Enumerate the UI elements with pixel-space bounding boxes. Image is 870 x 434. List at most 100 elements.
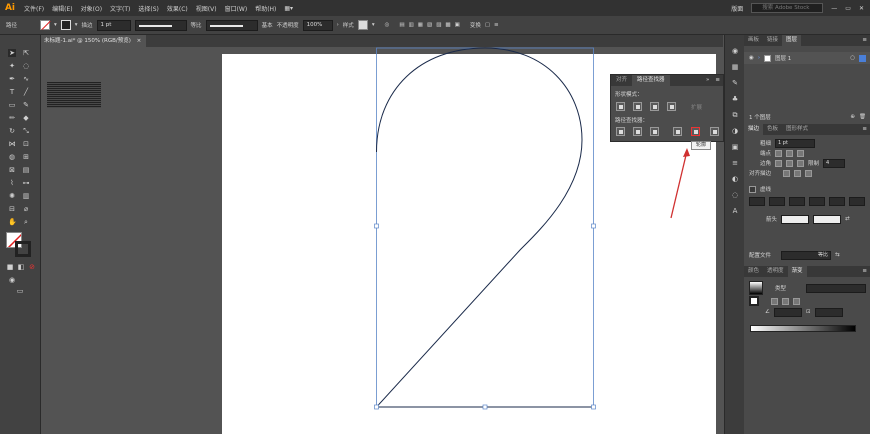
end-arrowhead-select[interactable] [813,214,841,224]
aspect-field[interactable] [814,307,843,317]
gap-field[interactable] [849,196,865,206]
limit-field[interactable]: 4 [823,158,846,168]
selection-indicator[interactable] [859,54,866,62]
dash-field[interactable] [789,196,805,206]
links-icon[interactable]: ⧉ [731,111,739,119]
gradient-thumbnail[interactable] [749,281,763,295]
bevel-join-icon[interactable] [797,159,804,167]
divide-button[interactable] [616,127,625,136]
minus-back-button[interactable] [710,127,719,136]
minus-front-button[interactable] [633,102,642,111]
gap-field[interactable] [809,196,825,206]
round-cap-icon[interactable] [786,149,793,157]
tab-pathfinder[interactable]: 路径查找器 [632,75,670,86]
opacity-label[interactable]: 不透明度 [277,21,299,29]
layer-name[interactable]: 图层 1 [775,54,791,62]
magic-wand-icon[interactable]: ✦ [8,62,16,70]
fill-swatch[interactable] [40,20,50,30]
weight-field[interactable]: 1 pt [775,138,815,148]
color-guide-icon[interactable]: ◉ [731,47,739,55]
line-tool-icon[interactable]: ╱ [22,88,30,96]
minimize-icon[interactable]: — [831,5,837,12]
expand-button[interactable]: 扩展 [691,103,702,111]
recolor-icon[interactable]: ◎ [385,22,390,28]
free-transform-icon[interactable]: ⊡ [22,140,30,148]
rectangle-tool-icon[interactable]: ▭ [8,101,16,109]
menu-view[interactable]: 视图(V) [192,4,221,13]
close-icon[interactable]: ✕ [859,5,864,12]
swap-arrowheads-icon[interactable]: ⇄ [845,216,850,222]
lasso-icon[interactable]: ◌ [22,62,30,70]
flip-profile-icon[interactable]: ⇆ [835,252,840,258]
panel-menu-icon[interactable]: ≡ [859,35,870,46]
target-icon[interactable]: ○ [850,55,855,61]
menu-object[interactable]: 对象(O) [77,4,106,13]
layer-row[interactable]: ◉ › 图层 1 ○ [744,52,870,64]
pen-tool-icon[interactable]: ✒ [8,75,16,83]
artboard-tool-icon[interactable]: ⊟ [8,205,16,213]
align-inside-stroke-icon[interactable] [794,169,801,177]
character-icon[interactable]: A [731,207,739,215]
menu-window[interactable]: 窗口(W) [221,4,252,13]
crop-button[interactable] [673,127,682,136]
align-bottom-icon[interactable]: ▩ [445,22,450,28]
symbols-icon[interactable]: ♣ [731,95,739,103]
stroke-swatch-large[interactable] [15,241,31,257]
panel-menu-icon[interactable]: ≡ [712,75,723,86]
align-to-icon[interactable]: ▣ [455,22,460,28]
drawing-mode-icon[interactable]: ◉ [8,276,16,284]
stock-search-input[interactable]: 搜索 Adobe Stock [751,3,824,13]
stroke-label[interactable]: 描边 [82,21,93,29]
outline-button[interactable] [691,127,700,136]
exclude-button[interactable] [667,102,676,111]
shape-builder-icon[interactable]: ◍ [8,153,16,161]
blend-tool-icon[interactable]: ⊶ [22,179,30,187]
stroke-panel-icon[interactable]: ≡ [731,159,739,167]
tab-align[interactable]: 对齐 [611,75,632,86]
workspace-switcher[interactable]: 版面 [731,4,743,13]
butt-cap-icon[interactable] [775,149,782,157]
angle-field[interactable] [773,307,802,317]
workspace-grid-icon[interactable]: ▦▾ [280,5,297,12]
none-color-icon[interactable]: ⊘ [28,263,36,271]
maximize-icon[interactable]: ▭ [845,5,851,12]
zoom-tool-icon[interactable]: ⌕ [22,218,30,226]
tab-transparency[interactable]: 透明度 [763,266,788,277]
delete-layer-icon[interactable]: 🗑 [859,114,866,120]
selection-tool-icon[interactable]: ➤ [8,49,16,57]
align-center-icon[interactable]: ▥ [409,22,414,28]
menu-file[interactable]: 文件(F) [20,4,48,13]
menu-edit[interactable]: 编辑(E) [48,4,76,13]
square-cap-icon[interactable] [797,149,804,157]
profile-select[interactable]: 等比 [781,250,831,260]
menu-type[interactable]: 文字(T) [106,4,134,13]
curvature-tool-icon[interactable]: ∿ [22,75,30,83]
line-pattern-graphic[interactable] [47,82,101,108]
eyedropper-icon[interactable]: ⌇ [8,179,16,187]
align-outside-stroke-icon[interactable] [805,169,812,177]
gradient-type-select[interactable] [806,283,866,293]
dropdown-arrow-icon[interactable]: ▾ [75,22,78,28]
align-top-icon[interactable]: ▧ [427,22,432,28]
opacity-field[interactable]: 100% [302,19,333,31]
tab-stroke[interactable]: 描边 [744,124,764,135]
variable-width-profile[interactable] [134,19,187,31]
tab-gradient[interactable]: 渐变 [787,266,807,277]
close-tab-icon[interactable]: × [137,38,142,44]
tab-swatches[interactable]: 色板 [763,124,782,135]
scale-tool-icon[interactable]: ⤡ [22,127,30,135]
gap-field[interactable] [769,196,785,206]
eraser-icon[interactable]: ◆ [22,114,30,122]
gradient-slider[interactable] [750,325,856,332]
expand-arrow-icon[interactable]: › [758,55,760,61]
miter-join-icon[interactable] [775,159,782,167]
menu-select[interactable]: 选择(S) [134,4,163,13]
swatches-icon[interactable]: ▦ [731,63,739,71]
gradient-panel-icon[interactable]: ◐ [731,175,739,183]
align-left-icon[interactable]: ▤ [399,22,404,28]
menu-help[interactable]: 帮助(H) [251,4,280,13]
stroke-weight-field[interactable]: 1 pt [96,19,131,31]
pencil-icon[interactable]: ✏ [8,114,16,122]
width-tool-icon[interactable]: ⋈ [8,140,16,148]
hand-tool-icon[interactable]: ✋ [8,218,17,226]
